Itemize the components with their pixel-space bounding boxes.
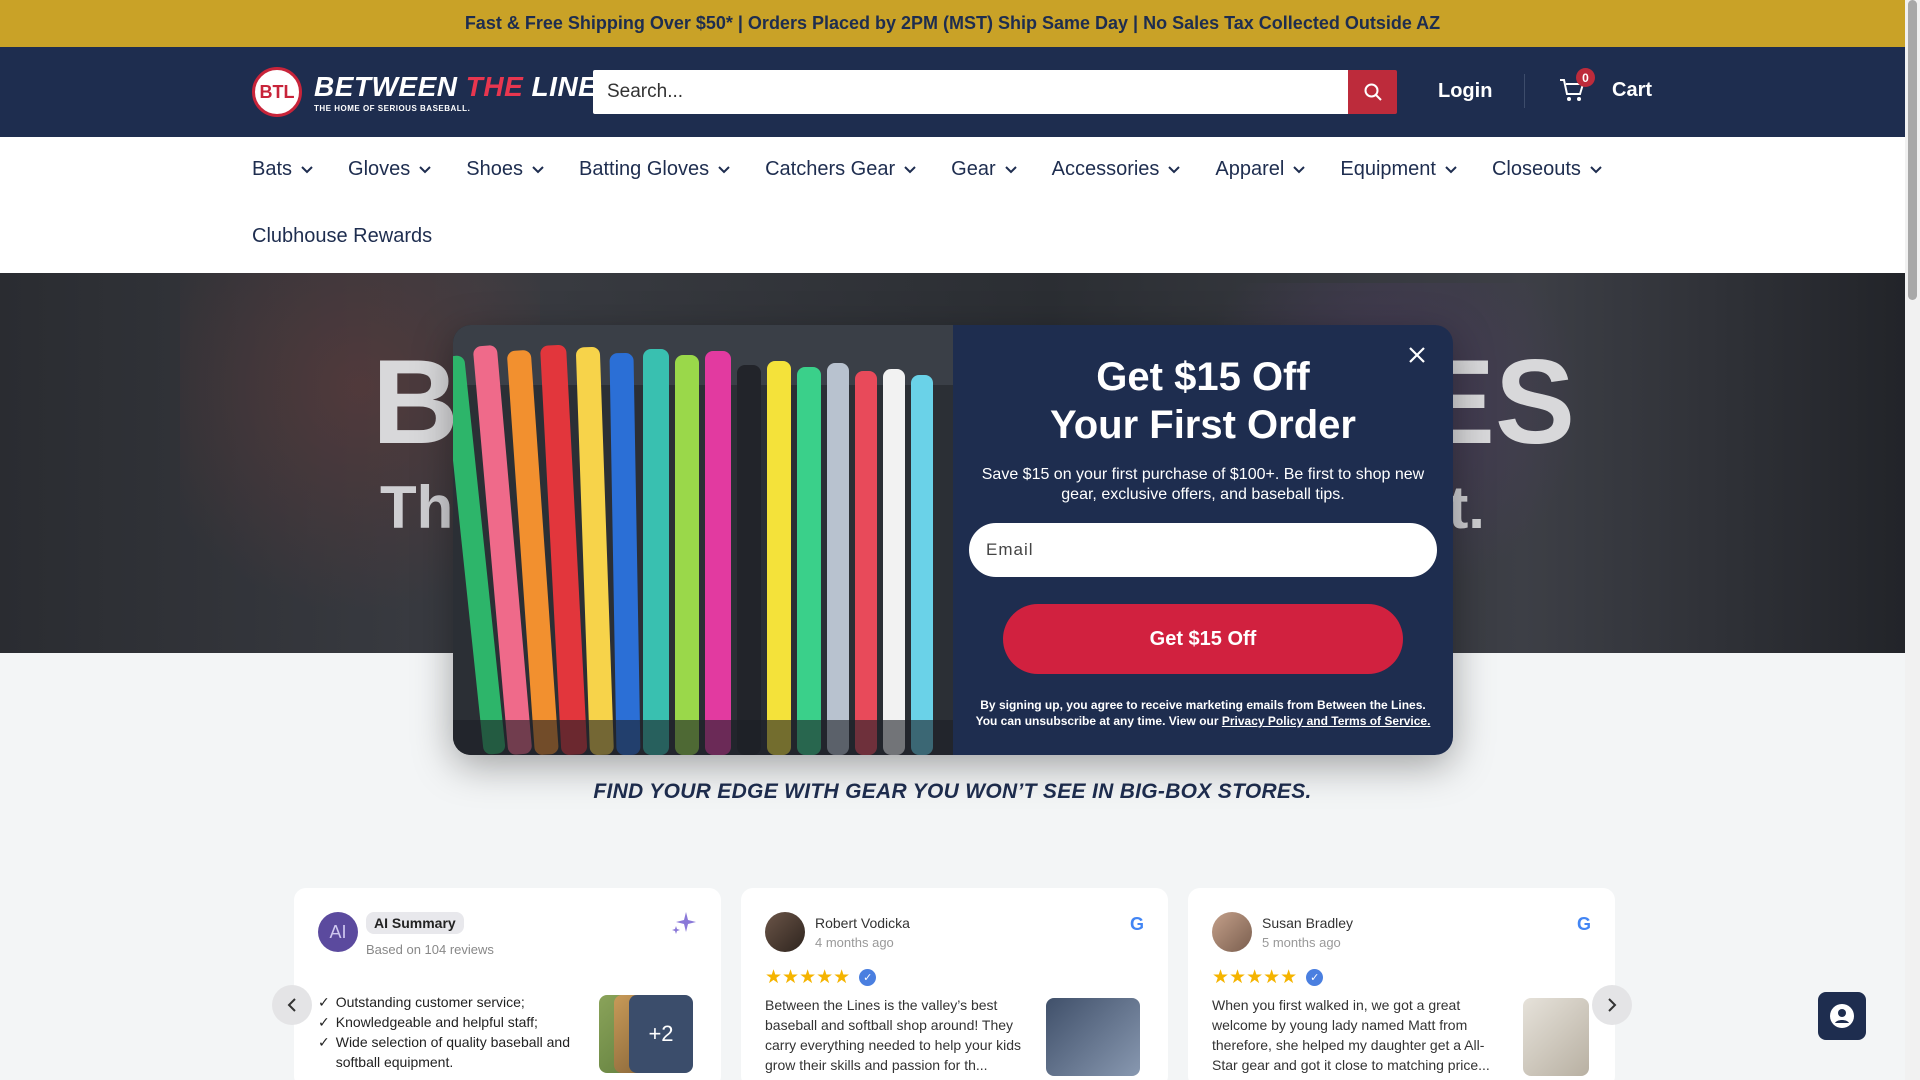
star-rating: ★★★★★ ✓ <box>765 966 877 989</box>
star-rating: ★★★★★ ✓ <box>1212 966 1324 989</box>
popup-subtext: Save $15 on your first purchase of $100+… <box>981 466 1425 503</box>
chevron-down-icon <box>1445 165 1457 173</box>
nav-item-batting-gloves[interactable]: Batting Gloves <box>579 158 730 181</box>
chevron-down-icon <box>419 165 431 173</box>
chevron-down-icon <box>1590 165 1602 173</box>
nav-item-catchers-gear[interactable]: Catchers Gear <box>765 158 916 181</box>
verified-icon: ✓ <box>1306 969 1324 986</box>
header-divider <box>1524 74 1525 108</box>
announcement-text: Fast & Free Shipping Over $50* | Orders … <box>464 13 1441 33</box>
sparkle-icon <box>672 912 696 934</box>
verified-icon: ✓ <box>859 969 877 986</box>
reviewer-name: Robert Vodicka <box>815 915 910 931</box>
chevron-down-icon <box>532 165 544 173</box>
review-card[interactable]: Robert Vodicka 4 months ago G ★★★★★ ✓ Bet… <box>741 888 1168 1080</box>
scrollbar-thumb[interactable] <box>1908 0 1917 300</box>
popup-legal-text: By signing up, you agree to receive mark… <box>975 698 1431 728</box>
ai-summary-card: AI AI Summary Based on 104 reviews ✓ Outs… <box>294 888 721 1080</box>
google-icon: G <box>1576 914 1591 934</box>
ai-summary-count: Based on 104 reviews <box>366 942 494 957</box>
chevron-right-icon <box>1608 998 1617 1012</box>
nav-item-gear[interactable]: Gear <box>951 158 1017 181</box>
list-item: ✓ Outstanding customer service; <box>318 994 525 1010</box>
chevron-down-icon <box>718 165 730 173</box>
reviews-carousel: AI AI Summary Based on 104 reviews ✓ Outs… <box>0 885 1905 1080</box>
google-icon: G <box>1129 914 1144 934</box>
site-logo[interactable]: BTL BETWEEN THE LINES THE HOME OF SERIOU… <box>252 67 617 117</box>
cart-count-badge: 0 <box>1576 68 1595 87</box>
nav-item-accessories[interactable]: Accessories <box>1052 158 1181 181</box>
check-icon: ✓ <box>318 1014 330 1030</box>
avatar <box>765 912 805 952</box>
carousel-next-button[interactable] <box>1592 985 1632 1025</box>
list-item: ✓ Wide selection of quality baseball and … <box>318 1034 570 1070</box>
review-time: 5 months ago <box>1262 935 1341 950</box>
bats-rack-illustration <box>453 325 953 755</box>
login-link[interactable]: Login <box>1438 80 1492 103</box>
chevron-down-icon <box>1004 165 1017 173</box>
chevron-down-icon <box>301 165 313 173</box>
signup-popup: Get $15 Off Your First Order Save $15 on… <box>453 325 1453 755</box>
announcement-bar: Fast & Free Shipping Over $50* | Orders … <box>0 0 1905 47</box>
logo-wordmark: BETWEEN THE LINES <box>314 71 617 102</box>
ai-avatar: AI <box>318 912 358 952</box>
review-photos[interactable]: +2 <box>599 995 695 1075</box>
carousel-prev-button[interactable] <box>272 985 312 1025</box>
more-photos-count: +2 <box>629 995 693 1073</box>
popup-bats-image <box>453 325 953 755</box>
search-icon <box>1364 83 1382 101</box>
account-chat-button[interactable] <box>1818 992 1866 1040</box>
search-input[interactable] <box>593 70 1348 114</box>
nav-item-clubhouse-rewards[interactable]: Clubhouse Rewards <box>252 225 432 248</box>
ai-summary-label: AI Summary <box>366 912 464 934</box>
site-header: BTL BETWEEN THE LINES THE HOME OF SERIOU… <box>0 47 1905 137</box>
hero-heading-left: B <box>372 335 459 469</box>
nav-item-apparel[interactable]: Apparel <box>1215 158 1306 181</box>
nav-item-shoes[interactable]: Shoes <box>466 158 544 181</box>
main-nav: Bats Gloves Shoes Batting Gloves Catcher… <box>0 137 1905 273</box>
check-icon: ✓ <box>318 1034 330 1050</box>
popup-headline: Get $15 Off Your First Order <box>1050 355 1356 447</box>
popup-form: Get $15 Off Your First Order Save $15 on… <box>953 325 1453 755</box>
search-button[interactable] <box>1348 70 1397 114</box>
review-time: 4 months ago <box>815 935 894 950</box>
logo-tagline: THE HOME OF SERIOUS BASEBALL. <box>314 104 471 113</box>
logo-badge-icon: BTL <box>252 67 302 117</box>
privacy-policy-link[interactable]: Privacy Policy and Terms of Service. <box>1222 714 1431 728</box>
avatar <box>1212 912 1252 952</box>
chevron-down-icon <box>1293 165 1306 173</box>
nav-item-gloves[interactable]: Gloves <box>348 158 431 181</box>
review-text: When you first walked in, we got a great… <box>1212 997 1490 1073</box>
review-card[interactable]: Susan Bradley 5 months ago G ★★★★★ ✓ When… <box>1188 888 1615 1080</box>
cart-link[interactable]: 0 Cart <box>1558 68 1653 104</box>
hero-subheading-left: Th <box>380 474 454 541</box>
review-text: Between the Lines is the valley’s best b… <box>765 997 1022 1073</box>
review-photo[interactable] <box>1046 998 1140 1076</box>
cart-label: Cart <box>1612 78 1653 101</box>
email-field[interactable] <box>969 523 1437 577</box>
chevron-left-icon <box>287 998 296 1012</box>
ai-summary-bullets: ✓ Outstanding customer service; ✓ Knowledg… <box>318 992 608 1072</box>
review-photo[interactable] <box>1523 998 1589 1076</box>
check-icon: ✓ <box>318 994 330 1010</box>
nav-item-closeouts[interactable]: Closeouts <box>1492 158 1602 181</box>
reviewer-name: Susan Bradley <box>1262 915 1354 931</box>
chevron-down-icon <box>904 165 916 173</box>
section-tagline: FIND YOUR EDGE WITH GEAR YOU WON’T SEE I… <box>593 780 1312 803</box>
list-item: ✓ Knowledgeable and helpful staff; <box>318 1014 538 1030</box>
nav-item-equipment[interactable]: Equipment <box>1340 158 1457 181</box>
search-bar <box>593 70 1397 114</box>
nav-item-bats[interactable]: Bats <box>252 158 313 181</box>
get-discount-button[interactable]: Get $15 Off <box>1003 604 1403 674</box>
chevron-down-icon <box>1168 165 1181 173</box>
user-icon <box>1830 1004 1854 1028</box>
